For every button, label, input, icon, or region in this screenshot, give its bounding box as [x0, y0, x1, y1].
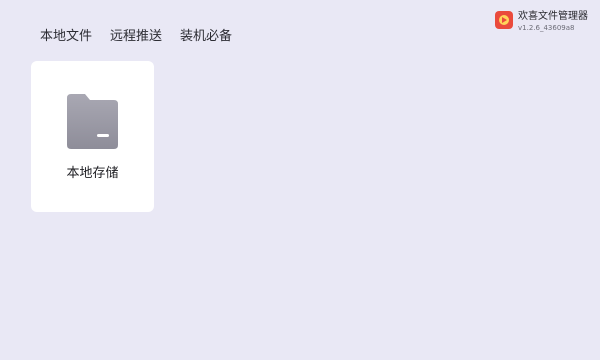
tab-local-files[interactable]: 本地文件 — [40, 29, 92, 45]
app-version: v1.2.6_43609a8 — [518, 24, 575, 32]
app-screen: 本地文件 远程推送 装机必备 欢喜文件管理器 v1.2.6_43609a8 本地… — [0, 0, 600, 360]
folder-icon — [67, 94, 118, 149]
app-logo-icon — [495, 11, 513, 29]
tab-essentials[interactable]: 装机必备 — [180, 29, 232, 45]
top-tabs: 本地文件 远程推送 装机必备 — [40, 29, 232, 45]
local-storage-label: 本地存储 — [66, 166, 119, 181]
tab-remote-push[interactable]: 远程推送 — [110, 29, 162, 45]
app-brand: 欢喜文件管理器 v1.2.6_43609a8 — [495, 10, 588, 33]
local-storage-card[interactable]: 本地存储 — [31, 61, 154, 212]
brand-text: 欢喜文件管理器 v1.2.6_43609a8 — [518, 10, 588, 33]
app-name: 欢喜文件管理器 — [518, 11, 588, 22]
